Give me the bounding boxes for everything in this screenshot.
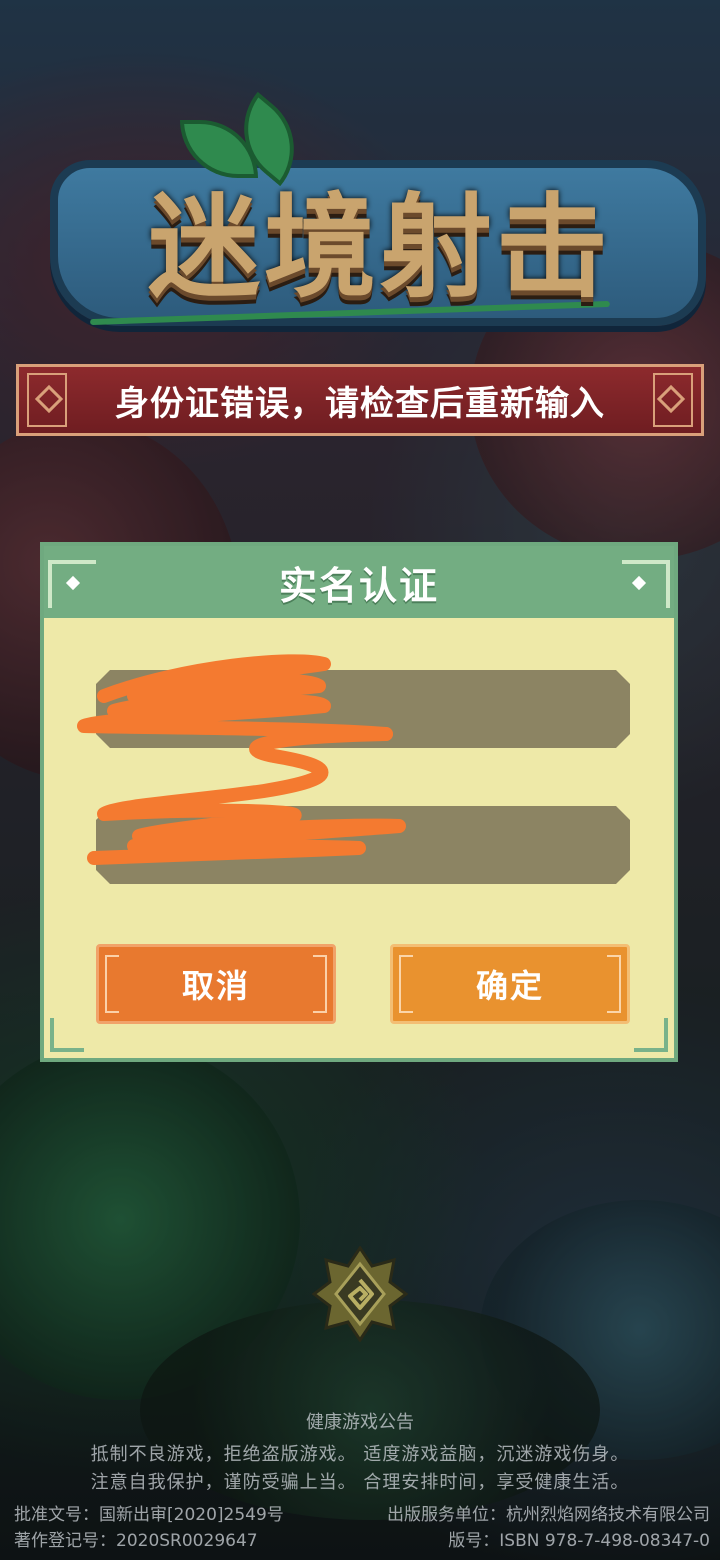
diamond-icon: [34, 384, 64, 414]
error-message: 身份证错误，请检查后重新输入: [115, 383, 605, 424]
approval-number: 批准文号：国新出审[2020]2549号: [14, 1505, 284, 1525]
health-notice-title: 健康游戏公告: [306, 1412, 414, 1433]
corner-ornament-icon: [634, 1018, 668, 1052]
copyright-registration: 著作登记号：2020SR0029647: [14, 1531, 258, 1551]
name-input[interactable]: [96, 670, 630, 748]
error-banner: 身份证错误，请检查后重新输入: [16, 364, 704, 436]
health-notice-line: 抵制不良游戏，拒绝盗版游戏。 适度游戏益脑，沉迷游戏伤身。: [90, 1444, 630, 1465]
real-name-dialog: 实名认证 取消 确定: [40, 542, 678, 1062]
health-notice-line: 注意自我保护，谨防受骗上当。 合理安排时间，享受健康生活。: [90, 1472, 630, 1493]
cancel-button[interactable]: 取消: [96, 944, 336, 1024]
isbn-number: 版号：ISBN 978-7-498-08347-0: [448, 1531, 710, 1551]
confirm-button[interactable]: 确定: [390, 944, 630, 1024]
game-screen: 迷境射击 身份证错误，请检查后重新输入 实名认证 取消 确定 健康游戏公告 抵制…: [0, 0, 720, 1560]
id-number-input[interactable]: [96, 806, 630, 884]
dialog-header: 实名认证: [44, 546, 674, 618]
publisher: 出版服务单位：杭州烈焰网络技术有限公司: [387, 1505, 710, 1525]
dialog-title: 实名认证: [278, 563, 439, 608]
corner-ornament-icon: [48, 560, 96, 608]
corner-ornament-icon: [50, 1018, 84, 1052]
spiral-emblem-icon: [312, 1246, 408, 1342]
diamond-icon: [656, 384, 686, 414]
corner-ornament-icon: [622, 560, 670, 608]
game-logo: 迷境射击: [30, 91, 706, 340]
logo-title: 迷境射击: [148, 182, 612, 313]
